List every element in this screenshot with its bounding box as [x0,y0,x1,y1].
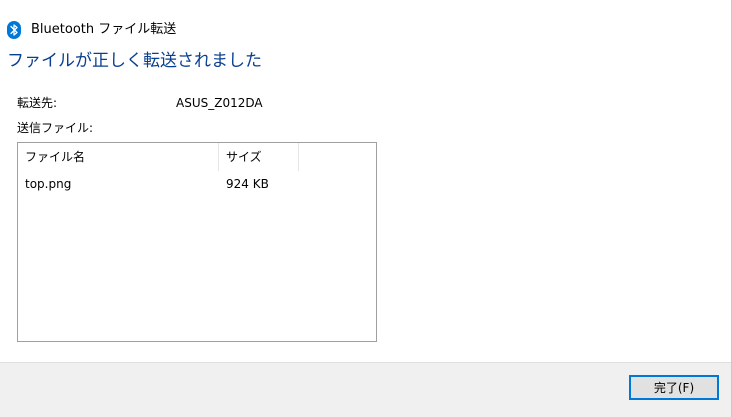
window-title: Bluetooth ファイル転送 [31,22,177,37]
bluetooth-transfer-window: Bluetooth ファイル転送 ファイルが正しく転送されました 転送先: AS… [0,0,732,417]
file-name-cell: top.png [25,177,72,191]
table-row[interactable]: top.png 924 KB [18,173,376,195]
file-list[interactable]: ファイル名 サイズ top.png 924 KB [17,142,377,342]
bluetooth-icon [7,21,21,39]
finish-button[interactable]: 完了(F) [629,375,719,400]
page-title: ファイルが正しく転送されました [7,51,262,71]
title-bar: Bluetooth ファイル転送 [0,0,731,39]
file-size-cell: 924 KB [226,177,269,191]
destination-label: 転送先: [17,96,58,110]
column-header-size[interactable]: サイズ [219,143,299,171]
column-header-filename[interactable]: ファイル名 [18,143,219,171]
sent-files-label: 送信ファイル: [17,121,94,135]
destination-value: ASUS_Z012DA [176,96,263,110]
footer-bar [0,362,731,417]
